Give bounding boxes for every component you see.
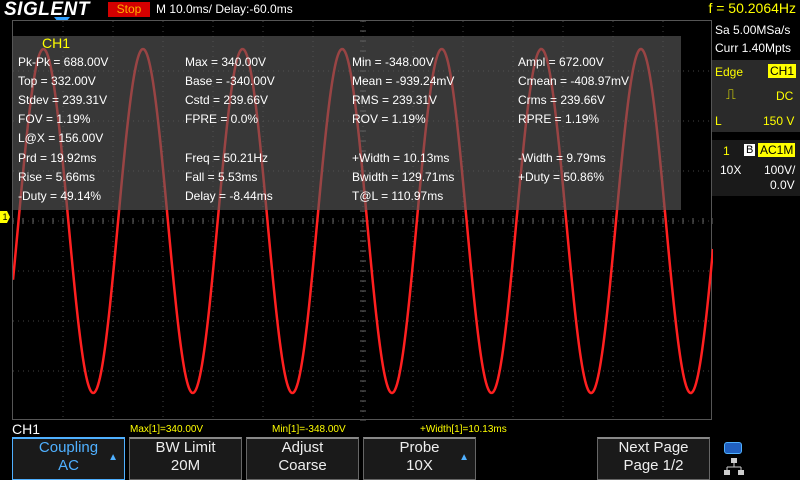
softkey-bw-limit-value: 20M (170, 457, 201, 474)
meas-fov: FOV = 1.19% (18, 112, 91, 126)
softkey-next-page-title: Next Page (618, 439, 689, 456)
memory-depth: Curr 1.40Mpts (715, 41, 792, 55)
trigger-level: 150 V (763, 114, 795, 128)
meas-rise: Rise = 5.66ms (18, 170, 96, 184)
bw-limit-flag: B (744, 144, 756, 156)
softkey-bw-limit-title: BW Limit (155, 439, 216, 456)
meas-pwidth: +Width = 10.13ms (352, 151, 450, 165)
trigger-source-badge: CH1 (768, 64, 797, 78)
meas-top: Top = 332.00V (18, 74, 96, 88)
status-bar: SIGLENT Stop M 10.0ms/ Delay:-60.0ms f =… (0, 0, 800, 20)
ch1-coupling-badge: AC1M (758, 143, 796, 157)
brand-logo: SIGLENT (4, 0, 90, 20)
sample-rate: Sa 5.00MSa/s (715, 23, 791, 37)
bottom-meas-pwidth: +Width[1]=10.13ms (420, 424, 507, 435)
ch1-probe: 10X (720, 163, 742, 177)
meas-prd: Prd = 19.92ms (18, 151, 97, 165)
meas-fall: Fall = 5.53ms (185, 170, 258, 184)
channel1-offset-marker-icon[interactable]: 1 (0, 211, 10, 223)
meas-max: Max = 340.00V (185, 55, 267, 69)
right-info-panel: Sa 5.00MSa/s Curr 1.40Mpts Edge CH1 ⎍ DC… (712, 20, 800, 440)
softkey-bw-limit[interactable]: BW Limit 20M (129, 437, 242, 480)
run-state-badge[interactable]: Stop (108, 2, 150, 17)
meas-fpre: FPRE = 0.0% (185, 112, 259, 126)
meas-rov: ROV = 1.19% (352, 112, 426, 126)
meas-bwidth: Bwidth = 129.71ms (352, 170, 455, 184)
softkey-adjust-value: Coarse (278, 457, 327, 474)
meas-ampl: Ampl = 672.00V (518, 55, 604, 69)
timebase-readout: M 10.0ms/ Delay:-60.0ms (156, 2, 293, 16)
meas-nduty: -Duty = 49.14% (18, 189, 102, 203)
meas-pduty: +Duty = 50.86% (518, 170, 605, 184)
toggle-status-icon (724, 442, 742, 454)
meas-rms: RMS = 239.31V (352, 93, 438, 107)
softkey-next-page-value: Page 1/2 (623, 457, 684, 474)
trigger-level-label: L (715, 114, 722, 128)
meas-delay: Delay = -8.44ms (185, 189, 273, 203)
softkey-next-page[interactable]: Next Page Page 1/2 (597, 437, 710, 480)
network-icon (724, 458, 744, 475)
softkey-adjust[interactable]: Adjust Coarse (246, 437, 359, 480)
ch1-offset: 0.0V (770, 178, 795, 192)
active-channel-label: CH1 (12, 421, 41, 437)
ch1-number: 1 (723, 144, 730, 158)
meas-base: Base = -340.00V (185, 74, 275, 88)
bottom-meas-max: Max[1]=340.00V (130, 424, 204, 435)
meas-crms: Crms = 239.66V (518, 93, 606, 107)
softkey-adjust-title: Adjust (281, 439, 324, 456)
softkey-probe[interactable]: Probe 10X ▲ (363, 437, 476, 480)
system-status-area (716, 440, 796, 480)
meas-cmean: Cmean = -408.97mV (518, 74, 630, 88)
ch1-volts-div: 100V/ (764, 163, 796, 177)
meas-mean: Mean = -939.24mV (352, 74, 455, 88)
measurement-panel: Pk-Pk = 688.00V Max = 340.00V Min = -348… (13, 36, 681, 210)
trigger-type: Edge (715, 65, 744, 79)
meas-stdev: Stdev = 239.31V (18, 93, 108, 107)
softkey-coupling[interactable]: Coupling AC ▲ (12, 437, 125, 480)
meas-min: Min = -348.00V (352, 55, 434, 69)
meas-pkpk: Pk-Pk = 688.00V (18, 55, 109, 69)
rising-edge-icon: ⎍ (726, 86, 736, 102)
frequency-counter: f = 50.2064Hz (708, 0, 796, 16)
meas-cstd: Cstd = 239.66V (185, 93, 269, 107)
up-arrow-icon: ▲ (459, 452, 469, 463)
channel-label: CH1 (42, 35, 71, 51)
meas-rpre: RPRE = 1.19% (518, 112, 600, 126)
up-arrow-icon: ▲ (108, 452, 118, 463)
meas-lx: L@X = 156.00V (18, 131, 104, 145)
meas-freq: Freq = 50.21Hz (185, 151, 269, 165)
meas-tl: T@L = 110.97ms (352, 189, 444, 203)
trigger-coupling: DC (776, 89, 794, 103)
bottom-meas-min: Min[1]=-348.00V (272, 424, 346, 435)
meas-nwidth: -Width = 9.79ms (518, 151, 606, 165)
